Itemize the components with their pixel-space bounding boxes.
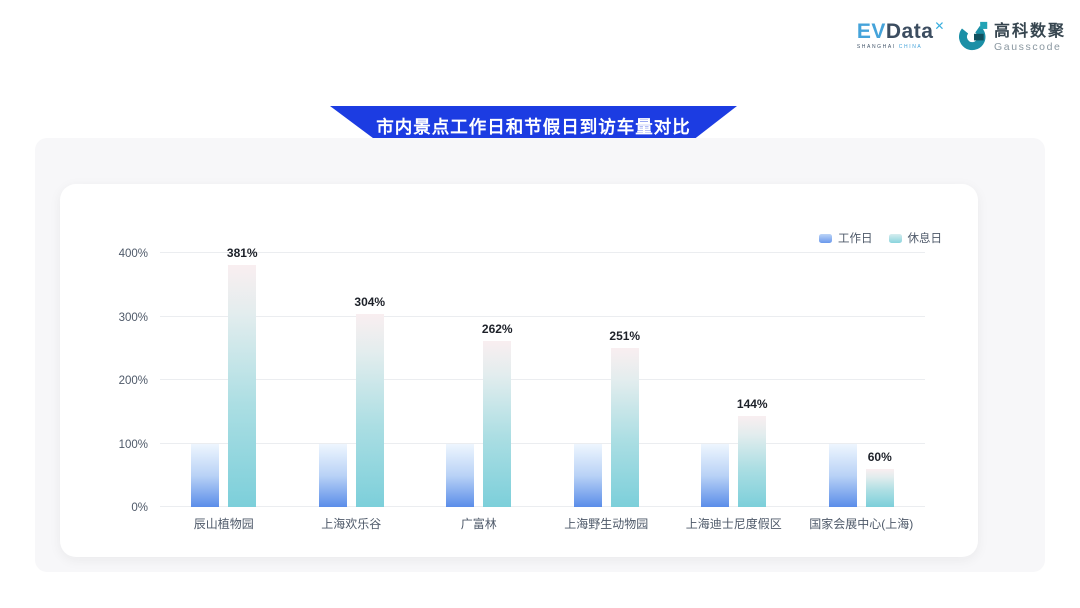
- gridline: [160, 252, 925, 253]
- bar-value-label: 381%: [227, 246, 258, 260]
- bar-value-label: 262%: [482, 322, 513, 336]
- evdata-subtitle-right: CHINA: [899, 44, 923, 50]
- brand-bar: EVData✕ SHANGHAI CHINA 高科数聚 Gausscode: [857, 20, 1066, 57]
- bar-restday: [483, 341, 511, 507]
- bar-workday: [191, 444, 219, 508]
- bar-restday: [228, 265, 256, 507]
- legend-label-restday: 休息日: [908, 230, 943, 246]
- legend-item-restday[interactable]: 休息日: [889, 230, 943, 246]
- bar-value-label: 251%: [609, 329, 640, 343]
- evdata-subtitle-left: SHANGHAI: [857, 44, 899, 50]
- evdata-word-ev: EV: [857, 20, 886, 43]
- y-tick-label: 300%: [119, 312, 148, 324]
- legend-marker-workday-icon: [819, 234, 832, 243]
- bar-workday: [574, 444, 602, 508]
- gausscode-name-cn: 高科数聚: [994, 24, 1066, 40]
- x-category-label: 上海迪士尼度假区: [686, 515, 782, 532]
- page: EVData✕ SHANGHAI CHINA 高科数聚 Gausscode 市内…: [0, 0, 1080, 608]
- x-category-label: 辰山植物园: [194, 515, 254, 532]
- y-tick-label: 100%: [119, 439, 148, 451]
- y-tick-label: 400%: [119, 248, 148, 260]
- legend-label-workday: 工作日: [838, 230, 873, 246]
- gridline: [160, 379, 925, 380]
- y-tick-label: 0%: [131, 502, 148, 514]
- gausscode-logo: 高科数聚 Gausscode: [959, 20, 1066, 57]
- evdata-x-icon: ✕: [934, 19, 945, 33]
- page-title: 市内景点工作日和节假日到访车量对比: [376, 114, 691, 139]
- evdata-subtitle: SHANGHAI CHINA: [857, 45, 922, 50]
- bar-value-label: 60%: [868, 450, 892, 464]
- x-category-label: 上海欢乐谷: [321, 515, 381, 532]
- y-tick-label: 200%: [119, 375, 148, 387]
- evdata-logo: EVData✕ SHANGHAI CHINA: [857, 20, 945, 50]
- bar-value-label: 144%: [737, 397, 768, 411]
- gridline: [160, 316, 925, 317]
- bar-workday: [701, 444, 729, 508]
- x-category-label: 国家会展中心(上海): [809, 515, 913, 532]
- bar-value-label: 304%: [354, 295, 385, 309]
- plot-area: 0%100%200%300%400%381%辰山植物园304%上海欢乐谷262%…: [160, 253, 925, 507]
- gausscode-name-en: Gausscode: [994, 42, 1066, 53]
- bar-restday: [356, 314, 384, 507]
- bar-workday: [829, 444, 857, 508]
- legend-marker-restday-icon: [889, 234, 902, 243]
- gridline: [160, 506, 925, 507]
- x-category-label: 广富林: [461, 515, 497, 532]
- bar-workday: [446, 444, 474, 508]
- bar-workday: [319, 444, 347, 508]
- chart-card: 工作日 休息日 0%100%200%300%400%381%辰山植物园304%上…: [60, 184, 978, 557]
- dashboard-panel: 工作日 休息日 0%100%200%300%400%381%辰山植物园304%上…: [35, 138, 1045, 572]
- x-category-label: 上海野生动物园: [564, 515, 648, 532]
- evdata-wordmark: EVData✕: [857, 20, 945, 42]
- legend-item-workday[interactable]: 工作日: [819, 230, 873, 246]
- gridline: [160, 443, 925, 444]
- bar-restday: [611, 348, 639, 507]
- bar-restday: [738, 416, 766, 507]
- chart-legend: 工作日 休息日: [819, 230, 942, 246]
- evdata-word-data: Data: [886, 20, 934, 43]
- gausscode-g-icon: [959, 20, 989, 57]
- bar-restday: [866, 469, 894, 507]
